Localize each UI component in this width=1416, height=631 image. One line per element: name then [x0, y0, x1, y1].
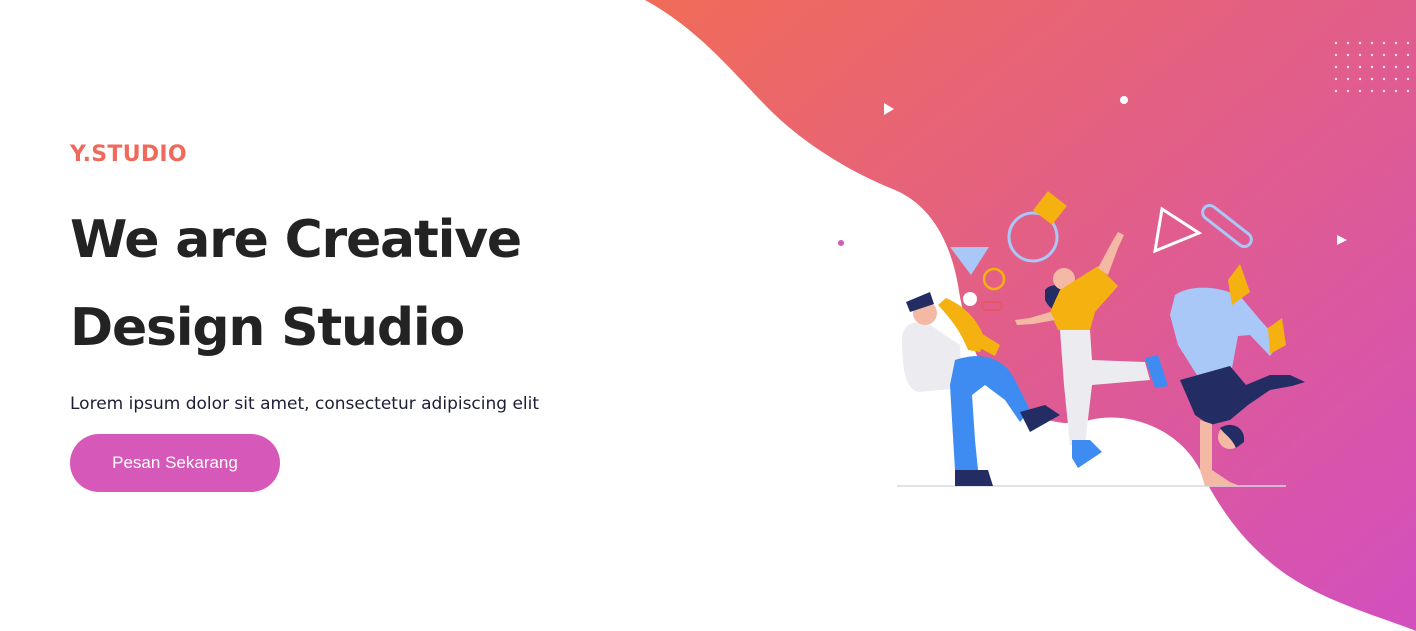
hero-subtitle: Lorem ipsum dolor sit amet, consectetur … [70, 394, 540, 414]
order-now-button[interactable]: Pesan Sekarang [70, 434, 280, 492]
hero-section: Y.STUDIO We are Creative Design Studio L… [0, 0, 1416, 631]
hero-headline: We are Creative Design Studio [70, 196, 690, 372]
white-dot-icon [963, 292, 977, 306]
dot-icon [1120, 96, 1128, 104]
headline-line-1: We are Creative [70, 210, 522, 270]
brand-name: Y.STUDIO [70, 142, 187, 167]
dot-icon [838, 240, 844, 246]
headline-line-2: Design Studio [70, 298, 465, 358]
hero-content: Y.STUDIO We are Creative Design Studio L… [70, 140, 690, 492]
